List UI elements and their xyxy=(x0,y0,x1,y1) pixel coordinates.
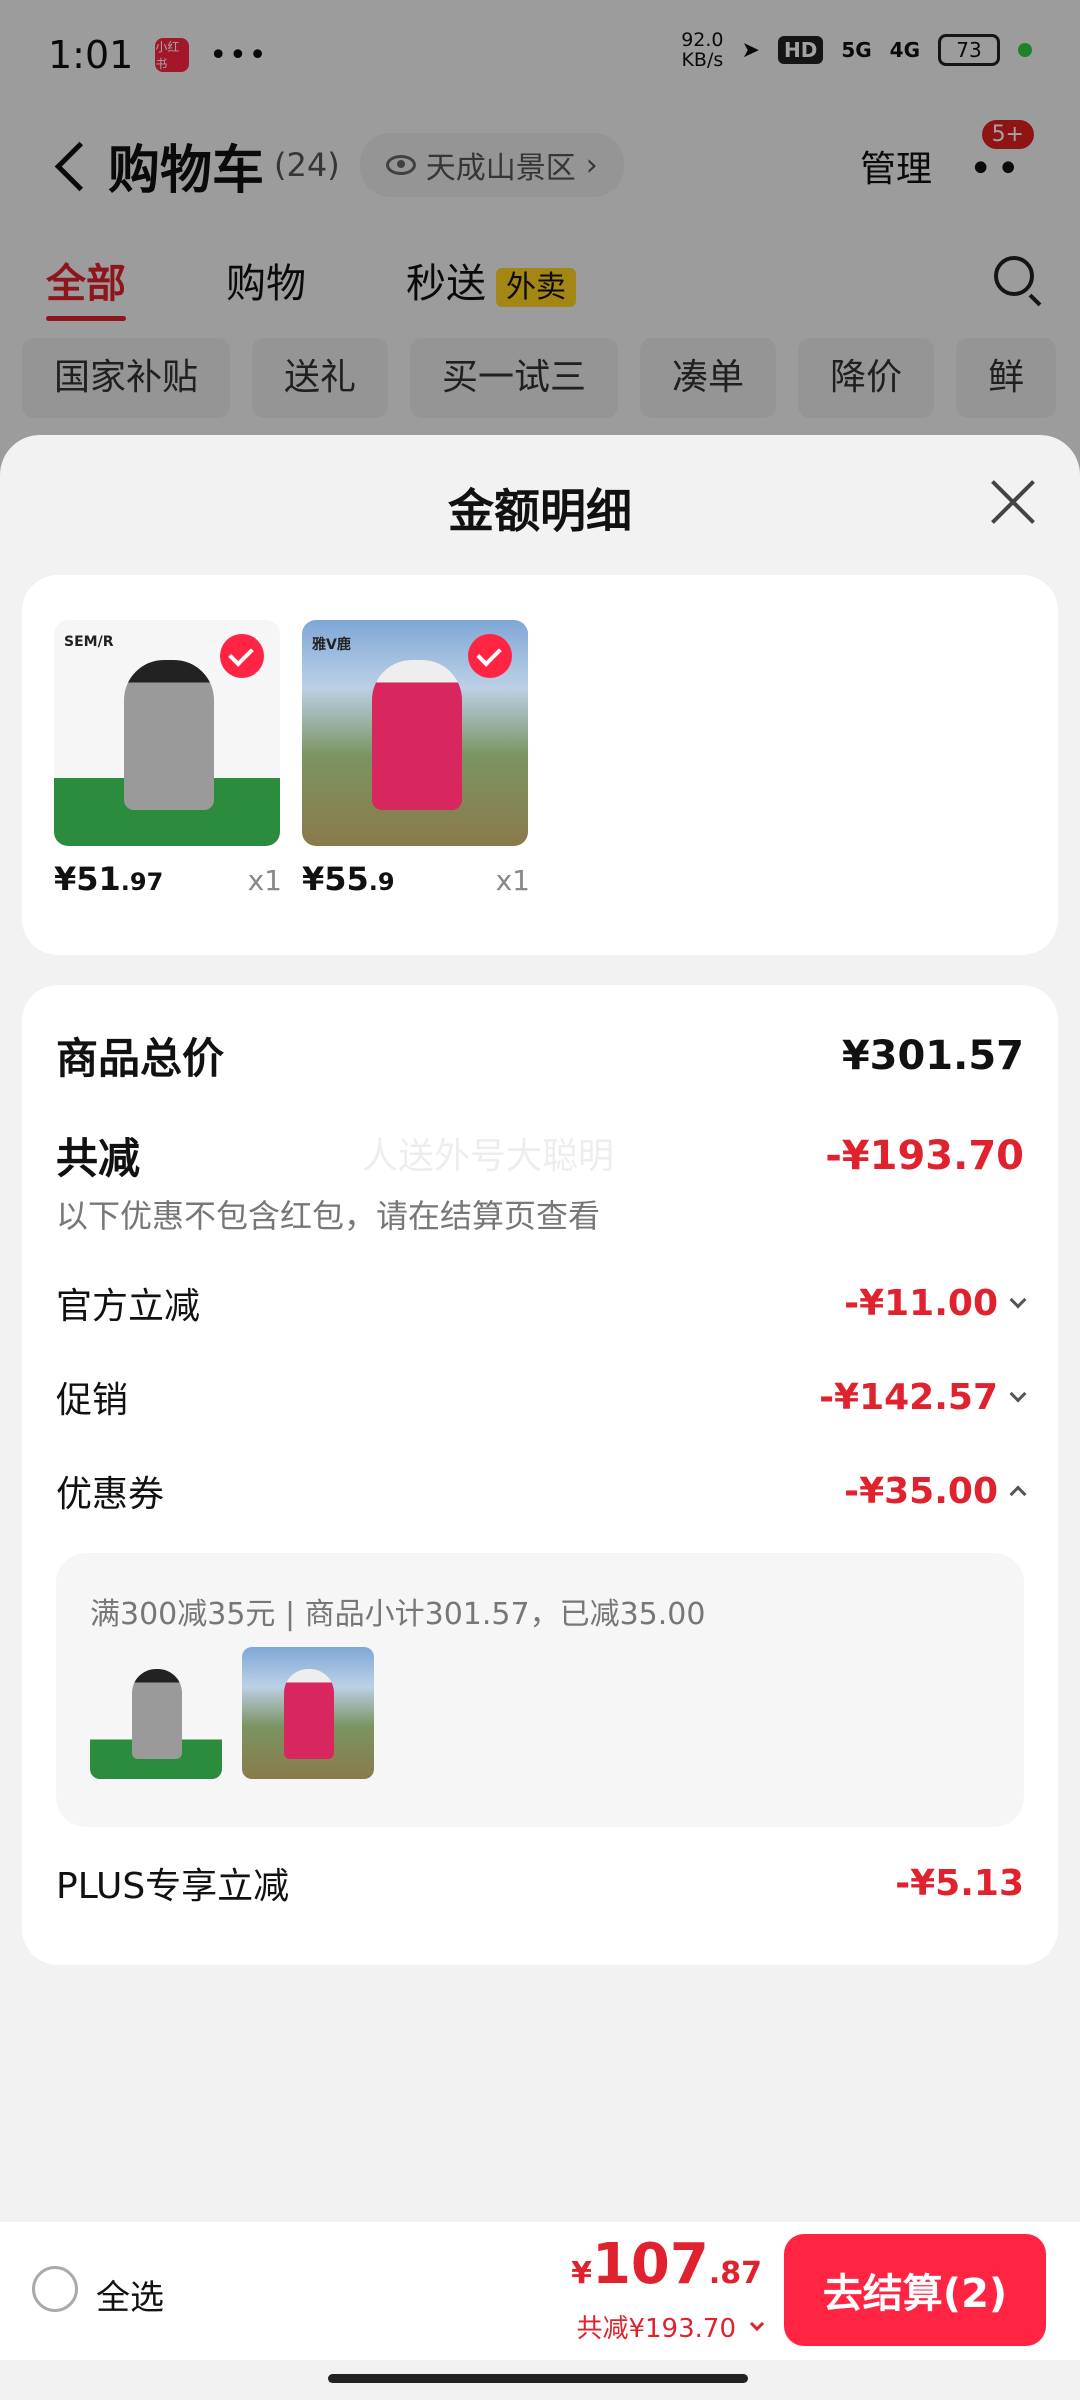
selected-products-card: SEM/R ¥51.97 x1 雅V鹿 ¥55.9 x1 xyxy=(22,575,1058,955)
product-image: 雅V鹿 xyxy=(302,620,528,846)
chevron-down-icon xyxy=(1009,1291,1027,1309)
total-price-value: ¥301.57 xyxy=(841,1032,1024,1079)
promotion-value: -¥142.57 xyxy=(819,1376,1027,1418)
promotion-row[interactable]: 促销 -¥142.57 xyxy=(56,1371,1027,1423)
amount-detail-sheet: 金额明细 SEM/R ¥51.97 x1 雅V鹿 ¥55.9 x1 商品总价 ¥… xyxy=(0,435,1080,2400)
total-price-row: 商品总价 ¥301.57 xyxy=(56,1025,1024,1086)
promotion-amount: -¥142.57 xyxy=(819,1376,998,1418)
saved-amount-text: 共减¥193.70 xyxy=(576,2314,736,2344)
coupon-row[interactable]: 优惠券 -¥35.00 xyxy=(56,1465,1027,1517)
price-decimal: .9 xyxy=(368,868,395,896)
model-figure xyxy=(372,660,462,810)
product-quantity: x1 xyxy=(247,864,282,897)
product-item[interactable]: 雅V鹿 ¥55.9 x1 xyxy=(302,620,530,898)
official-discount-label: 官方立减 xyxy=(56,1286,201,1327)
total-integer: 107 xyxy=(591,2232,709,2297)
price-breakdown-card: 商品总价 ¥301.57 人送外号大聪明 共减 -¥193.70 以下优惠不包含… xyxy=(22,985,1058,1965)
discount-note: 以下优惠不包含红包，请在结算页查看 xyxy=(56,1197,601,1235)
total-discount-value: -¥193.70 xyxy=(825,1132,1024,1179)
promotion-label: 促销 xyxy=(56,1380,129,1421)
chevron-down-icon xyxy=(1009,1385,1027,1403)
check-icon[interactable] xyxy=(468,634,512,678)
currency-symbol: ¥ xyxy=(571,2256,592,2291)
model-figure xyxy=(132,1669,182,1759)
model-figure xyxy=(124,660,214,810)
coupon-amount: -¥35.00 xyxy=(844,1470,998,1512)
product-price-row: ¥51.97 x1 xyxy=(54,860,282,898)
official-discount-amount: -¥11.00 xyxy=(844,1282,998,1324)
total-decimal: .87 xyxy=(708,2256,762,2291)
close-icon[interactable] xyxy=(988,477,1038,527)
checkout-bar: 全选 ¥107.87 共减¥193.70 去结算(2) xyxy=(0,2222,1080,2360)
checkout-button[interactable]: 去结算(2) xyxy=(784,2234,1046,2346)
coupon-product-image xyxy=(242,1647,374,1779)
product-item[interactable]: SEM/R ¥51.97 x1 xyxy=(54,620,282,898)
brand-logo: 雅V鹿 xyxy=(312,637,351,653)
plus-discount-row: PLUS专享立减 -¥5.13 xyxy=(56,1857,1024,1909)
product-price: ¥51.97 xyxy=(54,860,163,898)
checkout-total: ¥107.87 xyxy=(571,2232,762,2297)
home-indicator[interactable] xyxy=(328,2374,748,2383)
coupon-detail-box: 满300减35元 | 商品小计301.57，已减35.00 xyxy=(56,1553,1024,1827)
coupon-value: -¥35.00 xyxy=(844,1470,1027,1512)
coupon-product-image xyxy=(90,1647,222,1779)
saved-amount[interactable]: 共减¥193.70 xyxy=(576,2308,765,2345)
product-price: ¥55.9 xyxy=(302,860,395,898)
total-discount-label: 共减 xyxy=(56,1134,141,1183)
price-integer: ¥51 xyxy=(54,860,121,898)
model-figure xyxy=(284,1669,334,1759)
sheet-title: 金额明细 xyxy=(448,484,632,538)
chevron-down-icon xyxy=(749,2316,765,2331)
product-image: SEM/R xyxy=(54,620,280,846)
coupon-label: 优惠券 xyxy=(56,1474,165,1515)
chevron-up-icon xyxy=(1009,1485,1027,1503)
product-price-row: ¥55.9 x1 xyxy=(302,860,530,898)
price-decimal: .97 xyxy=(120,868,164,896)
official-discount-row[interactable]: 官方立减 -¥11.00 xyxy=(56,1277,1027,1329)
coupon-description: 满300减35元 | 商品小计301.57，已减35.00 xyxy=(90,1597,706,1632)
product-quantity: x1 xyxy=(495,864,530,897)
official-discount-value: -¥11.00 xyxy=(844,1282,1027,1324)
price-integer: ¥55 xyxy=(302,860,369,898)
check-icon[interactable] xyxy=(220,634,264,678)
total-price-label: 商品总价 xyxy=(56,1034,225,1083)
brand-logo: SEM/R xyxy=(64,634,114,650)
select-all-label[interactable]: 全选 xyxy=(96,2270,164,2319)
plus-discount-label: PLUS专享立减 xyxy=(56,1866,290,1907)
select-all-radio[interactable] xyxy=(32,2266,78,2312)
plus-discount-value: -¥5.13 xyxy=(895,1862,1024,1904)
total-discount-row: 共减 -¥193.70 xyxy=(56,1125,1024,1186)
